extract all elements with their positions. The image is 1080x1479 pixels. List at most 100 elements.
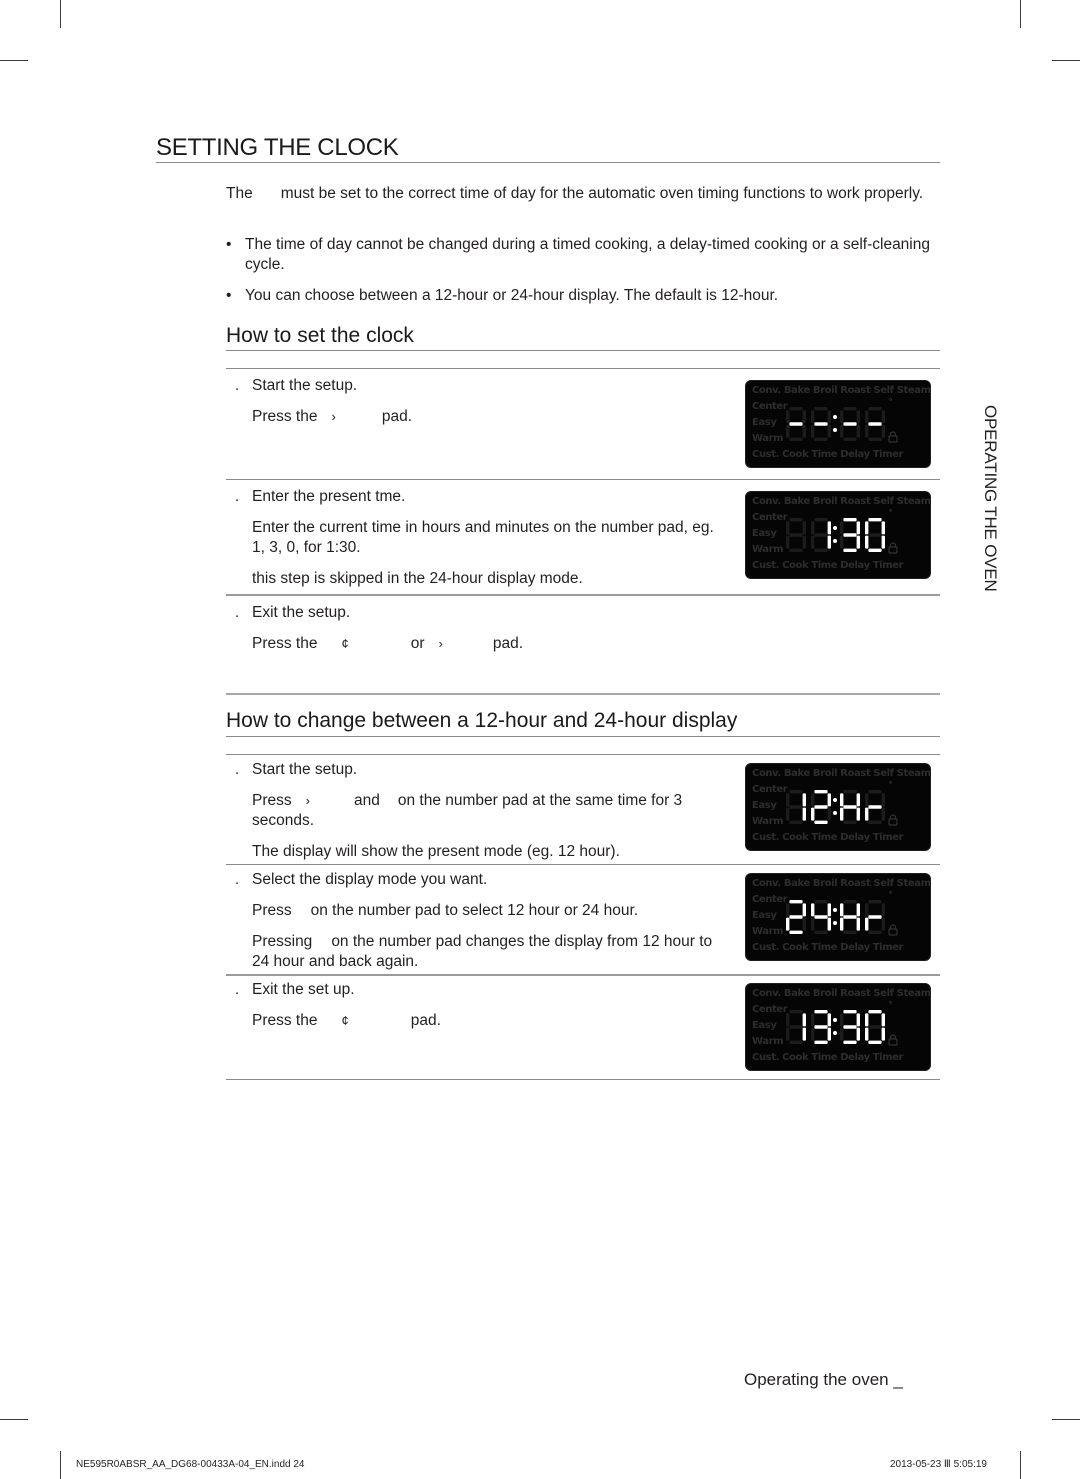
- oven-display: Conv. Bake Broil Roast Self Steam Center E…: [746, 381, 930, 467]
- crop-mark: [1052, 1419, 1080, 1420]
- step-title: Start the setup.: [252, 377, 358, 394]
- lcd-digit: [840, 407, 860, 441]
- lcd-segment: [868, 437, 882, 441]
- lcd-digit: [865, 407, 885, 441]
- instruction-text: or: [410, 635, 425, 652]
- lcd-digits: [786, 790, 885, 824]
- lcd-segment: [881, 1027, 885, 1041]
- lcd-digit: [786, 1010, 806, 1044]
- lcd-mode-labels: Conv. Bake Broil Roast Self Steam: [752, 878, 930, 889]
- step-title: Enter the present tme.: [252, 488, 406, 505]
- lcd-segment: [811, 521, 815, 535]
- lcd-colon-dot: [833, 798, 837, 802]
- lcd-segment: [843, 518, 857, 522]
- row-divider: [226, 594, 940, 596]
- instruction-text: pad.: [381, 408, 412, 425]
- step-title: Start the setup.: [252, 761, 358, 778]
- lcd-digit: [786, 518, 806, 552]
- lcd-segment: [856, 521, 860, 535]
- lcd-side-label: Easy: [752, 1020, 777, 1031]
- lcd-segment: [786, 903, 790, 917]
- lcd-segment: [840, 903, 844, 917]
- lcd-side-label: Center: [752, 401, 788, 412]
- oven-display: Conv. Bake Broil Roast Self Steam Center E…: [746, 492, 930, 578]
- step-number: .: [235, 604, 240, 621]
- lcd-side-label: Warm: [752, 544, 784, 555]
- lcd-side-label: Warm: [752, 1036, 784, 1047]
- lcd-mode-labels: Conv. Bake Broil Roast Self Steam: [752, 496, 930, 507]
- lcd-segment: [868, 915, 882, 919]
- section-underline: [226, 736, 940, 737]
- instruction-text: pad.: [492, 635, 524, 652]
- lcd-function-labels: Cust. Cook Time Delay Timer: [752, 560, 904, 571]
- lcd-digits: [786, 407, 885, 441]
- instruction-text: Pressing: [252, 933, 313, 950]
- lcd-segment: [840, 1027, 844, 1041]
- lcd-segment: [811, 917, 815, 931]
- lcd-digit: [840, 900, 860, 934]
- lcd-segment: [868, 518, 882, 522]
- lcd-segment: [814, 915, 828, 919]
- lcd-segment: [881, 903, 885, 917]
- lcd-segment: [843, 915, 857, 919]
- lcd-segment: [843, 805, 857, 809]
- lcd-segment: [789, 407, 803, 411]
- lcd-segment: [814, 518, 828, 522]
- lcd-segment: [789, 805, 803, 809]
- lcd-digit: [840, 790, 860, 824]
- lcd-segment: [868, 1010, 882, 1014]
- lcd-segment: [843, 820, 857, 824]
- bullet-text: The time of day cannot be changed during…: [245, 236, 930, 273]
- lcd-segment: [827, 1013, 831, 1027]
- lcd-mode-labels: Conv. Bake Broil Roast Self Steam: [752, 768, 930, 779]
- title-underline: [156, 162, 940, 163]
- lcd-segment: [868, 930, 882, 934]
- row-divider: [226, 479, 940, 480]
- lcd-segment: [865, 1013, 869, 1027]
- lcd-digit: [786, 407, 806, 441]
- lcd-segment: [843, 407, 857, 411]
- crop-mark: [0, 60, 28, 61]
- lcd-segment: [802, 521, 806, 535]
- stop-clear-pad-icon: ¢: [341, 636, 349, 651]
- crop-mark: [1020, 0, 1021, 28]
- table-bottom-rule: [226, 1079, 940, 1080]
- lcd-segment: [881, 535, 885, 549]
- lcd-segment: [843, 1040, 857, 1044]
- intro-before-gap: The: [226, 185, 253, 202]
- lcd-segment: [865, 793, 869, 807]
- lcd-mode-labels: Conv. Bake Broil Roast Self Steam: [752, 988, 930, 999]
- lcd-segment: [802, 424, 806, 438]
- lcd-segment: [789, 548, 803, 552]
- lcd-segment: [827, 807, 831, 821]
- step-title: Select the display mode you want.: [252, 871, 488, 888]
- lcd-function-labels: Cust. Cook Time Delay Timer: [752, 449, 904, 460]
- lcd-segment: [881, 807, 885, 821]
- lock-icon: [888, 431, 898, 443]
- lcd-segment: [802, 807, 806, 821]
- lcd-segment: [840, 521, 844, 535]
- lcd-segment: [840, 793, 844, 807]
- lcd-segment: [811, 1013, 815, 1027]
- print-slug-file: NE595R0ABSR_AA_DG68-00433A-04_EN.indd 24: [76, 1459, 305, 1470]
- step-number: .: [235, 871, 240, 888]
- crop-mark: [60, 1451, 61, 1479]
- lcd-segment: [843, 533, 857, 537]
- instruction-text: and: [353, 792, 380, 809]
- instruction-text: Press: [252, 792, 292, 809]
- lcd-segment: [868, 533, 882, 537]
- degree-indicator: °: [889, 397, 893, 406]
- lcd-segment: [868, 548, 882, 552]
- lcd-segment: [827, 535, 831, 549]
- instruction-text: on the number pad at the same time for 3…: [252, 792, 683, 829]
- lcd-digit: [840, 1010, 860, 1044]
- lcd-segment: [789, 930, 803, 934]
- page-footer-label: Operating the oven _: [744, 1370, 903, 1389]
- degree-indicator: °: [889, 508, 893, 517]
- lcd-digit: [840, 518, 860, 552]
- lcd-digit: [865, 518, 885, 552]
- step-instruction: Press the ¢ or › pad.: [252, 634, 722, 654]
- intro-after-gap: must be set to the correct time of day f…: [280, 185, 924, 202]
- lcd-digits: [786, 1010, 885, 1044]
- lcd-segment: [802, 917, 806, 931]
